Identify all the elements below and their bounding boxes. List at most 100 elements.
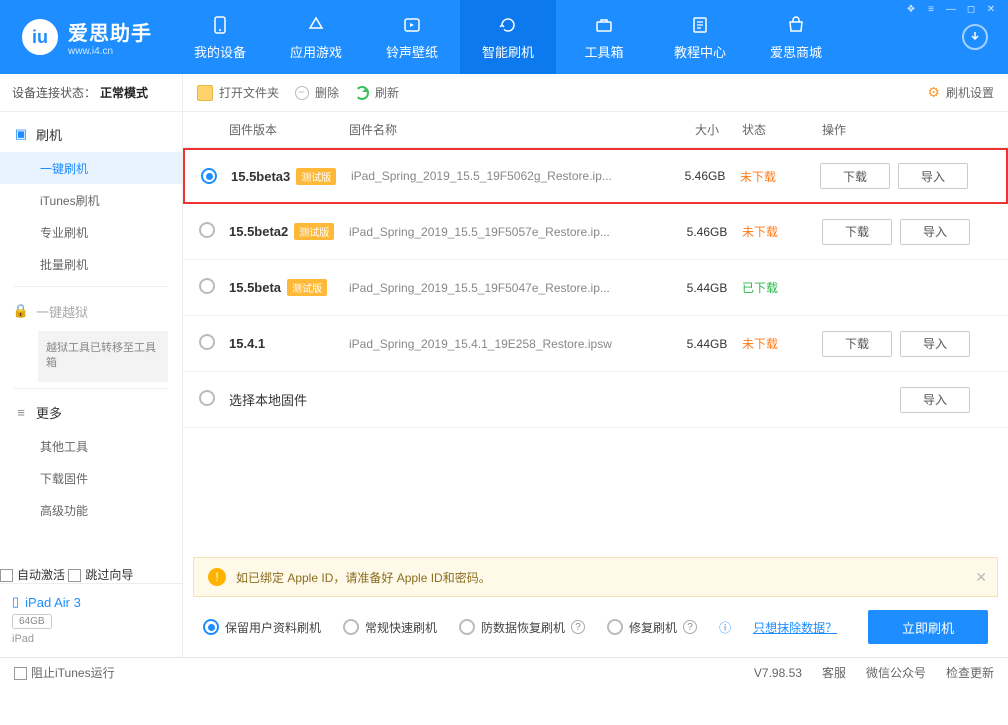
import-button[interactable]: 导入 [900,219,970,245]
download-button[interactable]: 下载 [820,163,890,189]
more-icon: ≡ [14,406,28,420]
nav-0[interactable]: 我的设备 [172,0,268,74]
sidebar-flash-1[interactable]: iTunes刷机 [0,184,182,216]
wechat-link[interactable]: 微信公众号 [866,664,926,681]
sidebar-flash-2[interactable]: 专业刷机 [0,216,182,248]
sidebar-group-more-label: 更多 [36,403,62,422]
download-manager-icon[interactable] [962,24,988,50]
sidebar-more-0[interactable]: 其他工具 [0,431,182,463]
appleid-warning: ! 如已绑定 Apple ID，请准备好 Apple ID和密码。 ✕ [193,557,998,597]
sidebar-flash-3[interactable]: 批量刷机 [0,248,182,280]
beta-badge: 测试版 [287,279,327,296]
brand-url: www.i4.cn [68,46,152,57]
close-warning-icon[interactable]: ✕ [975,569,987,586]
nav-label: 工具箱 [584,42,623,61]
refresh-icon [355,86,369,100]
nav-4[interactable]: 工具箱 [556,0,652,74]
main-panel: 打开文件夹 删除 刷新 ⚙刷机设置 固件版本 固件名称 大小 状态 操作 15.… [183,74,1008,657]
local-firmware-row[interactable]: 选择本地固件导入 [183,372,1008,428]
flash-now-button[interactable]: 立即刷机 [868,610,988,644]
radio-icon[interactable] [199,390,215,406]
jailbreak-notice: 越狱工具已转移至工具箱 [38,331,168,382]
radio-icon[interactable] [199,278,215,294]
device-card[interactable]: ▯iPad Air 3 64GB iPad [0,583,182,657]
flash-settings-button[interactable]: ⚙刷机设置 [927,84,994,101]
gear-icon: ⚙ [927,84,940,101]
nav-icon [497,14,519,36]
sidebar-more-2[interactable]: 高级功能 [0,495,182,527]
nav-icon [785,14,807,36]
opt-repair[interactable]: 修复刷机? [607,619,697,636]
radio-icon [203,619,219,635]
nav-6[interactable]: 爱思商城 [748,0,844,74]
firmware-state: 未下载 [742,335,812,352]
close-icon[interactable]: ✕ [982,0,1000,18]
nav-icon [689,14,711,36]
nav-label: 应用游戏 [290,42,342,61]
firmware-version: 15.4.1 [229,336,349,351]
th-name: 固件名称 [349,121,672,138]
nav-label: 爱思商城 [770,42,822,61]
import-button[interactable]: 导入 [898,163,968,189]
radio-icon [459,619,475,635]
import-button[interactable]: 导入 [900,387,970,413]
table-row[interactable]: 15.5beta2测试版iPad_Spring_2019_15.5_19F505… [183,204,1008,260]
firmware-table: 15.5beta3测试版iPad_Spring_2019_15.5_19F506… [183,148,1008,428]
service-link[interactable]: 客服 [822,664,846,681]
radio-icon[interactable] [199,334,215,350]
firmware-name: iPad_Spring_2019_15.5_19F5047e_Restore.i… [349,281,672,295]
refresh-button[interactable]: 刷新 [355,84,399,101]
nav-icon [401,14,423,36]
opt-normal[interactable]: 常规快速刷机 [343,619,437,636]
sidebar-flash-0[interactable]: 一键刷机 [0,152,182,184]
nav-3[interactable]: 智能刷机 [460,0,556,74]
nav-label: 铃声壁纸 [386,42,438,61]
radio-icon[interactable] [199,222,215,238]
help-icon[interactable]: ? [683,620,697,634]
beta-badge: 测试版 [296,168,336,185]
table-row[interactable]: 15.4.1iPad_Spring_2019_15.4.1_19E258_Res… [183,316,1008,372]
open-folder-button[interactable]: 打开文件夹 [197,84,279,101]
sidebar: 设备连接状态： 正常模式 ▣ 刷机 一键刷机iTunes刷机专业刷机批量刷机 🔒… [0,74,183,657]
firmware-name: iPad_Spring_2019_15.5_19F5057e_Restore.i… [349,225,672,239]
brand-name: 爱思助手 [68,17,152,46]
nav-icon [209,14,231,36]
update-link[interactable]: 检查更新 [946,664,994,681]
device-state-value: 正常模式 [100,84,148,101]
download-button[interactable]: 下载 [822,219,892,245]
help-icon[interactable]: ? [571,620,585,634]
device-connect-state: 设备连接状态： 正常模式 [0,74,182,112]
nav-5[interactable]: 教程中心 [652,0,748,74]
radio-icon[interactable] [201,168,217,184]
firmware-name: iPad_Spring_2019_15.5_19F5062g_Restore.i… [351,169,670,183]
sidebar-group-jailbreak: 🔒 一键越狱 [0,293,182,329]
delete-button: 删除 [295,84,339,101]
beta-badge: 测试版 [294,223,334,240]
pin-icon[interactable]: ❖ [902,0,920,18]
sidebar-more-1[interactable]: 下载固件 [0,463,182,495]
flash-icon: ▣ [14,127,28,141]
table-row[interactable]: 15.5beta测试版iPad_Spring_2019_15.5_19F5047… [183,260,1008,316]
lock-icon: 🔒 [14,304,28,318]
auto-activate-checkbox[interactable]: 自动激活 [0,568,65,582]
import-button[interactable]: 导入 [900,331,970,357]
erase-link[interactable]: 只想抹除数据？ [753,619,837,636]
minimize-icon[interactable]: — [942,0,960,18]
nav-label: 我的设备 [194,42,246,61]
opt-anti-loss[interactable]: 防数据恢复刷机? [459,619,585,636]
table-row[interactable]: 15.5beta3测试版iPad_Spring_2019_15.5_19F506… [183,148,1008,204]
menu-icon[interactable]: ≡ [922,0,940,18]
nav-2[interactable]: 铃声壁纸 [364,0,460,74]
nav-1[interactable]: 应用游戏 [268,0,364,74]
top-nav: 我的设备 应用游戏 铃声壁纸 智能刷机工具箱 教程中心爱思商城 [172,0,952,74]
folder-icon [197,85,213,101]
skip-guide-checkbox[interactable]: 跳过向导 [68,568,133,582]
download-button[interactable]: 下载 [822,331,892,357]
th-size: 大小 [672,121,742,138]
sidebar-group-more[interactable]: ≡ 更多 [0,395,182,431]
block-itunes-checkbox[interactable]: 阻止iTunes运行 [14,664,115,681]
maximize-icon[interactable]: ◻ [962,0,980,18]
sidebar-group-flash[interactable]: ▣ 刷机 [0,116,182,152]
version-label: V7.98.53 [754,666,802,680]
opt-keep-data[interactable]: 保留用户资料刷机 [203,619,321,636]
